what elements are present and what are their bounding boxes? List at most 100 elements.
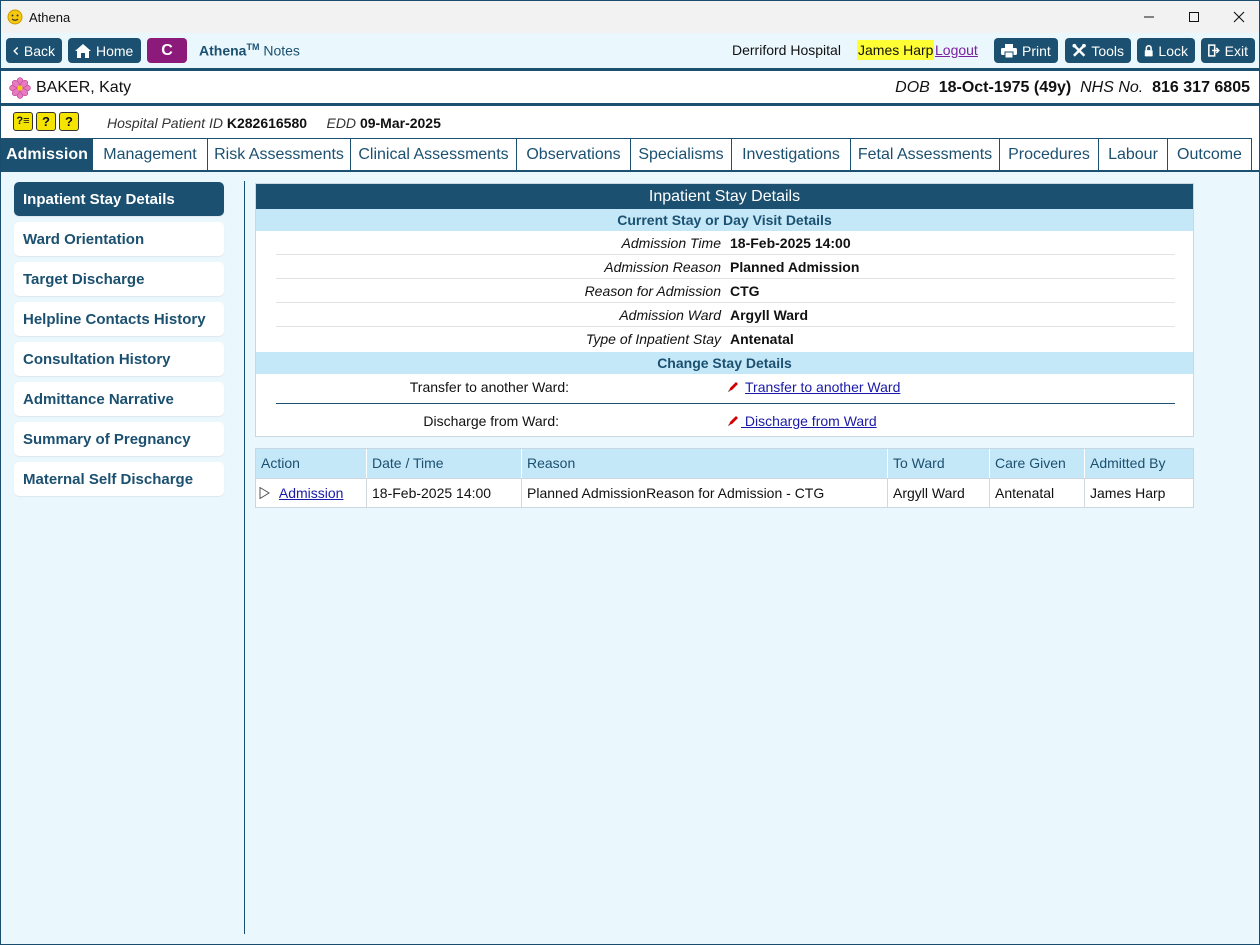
transfer-link[interactable]: Transfer to another Ward: [727, 379, 900, 395]
printer-icon: [1001, 43, 1017, 58]
maximize-button[interactable]: [1171, 1, 1217, 33]
chevron-left-icon: [13, 46, 19, 55]
field-value: Planned Admission: [730, 259, 860, 275]
hpid-value: K282616580: [226, 115, 308, 131]
dob-value: 18-Oct-1975 (49y): [938, 79, 1072, 96]
home-button[interactable]: Home: [68, 38, 141, 63]
column-header-reason[interactable]: Reason: [522, 449, 888, 478]
help-icon[interactable]: ?: [36, 112, 56, 131]
sidebar-item-helpline-contacts-history[interactable]: Helpline Contacts History: [14, 302, 224, 336]
discharge-row: Discharge from Ward: Discharge from Ward: [256, 410, 1193, 434]
brand-name: Athena: [199, 42, 247, 59]
hospital-ids: Hospital Patient ID K282616580 EDD 09-Ma…: [107, 115, 441, 131]
dob-label: DOB: [895, 79, 930, 96]
tools-button[interactable]: Tools: [1065, 38, 1131, 63]
tools-label: Tools: [1091, 42, 1124, 59]
brand-tm: TM: [246, 42, 260, 52]
tab-specialisms[interactable]: Specialisms: [631, 138, 732, 171]
sidebar-item-consultation-history[interactable]: Consultation History: [14, 342, 224, 376]
discharge-link-label: Discharge from Ward: [741, 413, 877, 429]
admission-action-link[interactable]: Admission: [279, 485, 344, 501]
field-value: CTG: [730, 283, 760, 299]
tab-investigations[interactable]: Investigations: [732, 138, 851, 171]
column-header-admitted-by[interactable]: Admitted By: [1085, 449, 1193, 478]
tab-outcome[interactable]: Outcome: [1168, 138, 1252, 171]
field-row-admission-reason: Admission Reason Planned Admission: [276, 255, 1175, 279]
column-header-care-given[interactable]: Care Given: [990, 449, 1085, 478]
change-stay-header: Change Stay Details: [256, 352, 1193, 374]
field-row-admission-ward: Admission Ward Argyll Ward: [276, 303, 1175, 327]
table-row-action-cell: Admission: [256, 478, 367, 507]
brand-suffix: Notes: [259, 42, 300, 59]
minimize-icon: [1144, 16, 1154, 18]
transfer-row: Transfer to another Ward: Transfer to an…: [256, 376, 1193, 400]
sidebar-item-ward-orientation[interactable]: Ward Orientation: [14, 222, 224, 256]
sidebar-item-inpatient-stay-details[interactable]: Inpatient Stay Details: [14, 182, 224, 216]
info-bar: ?≡ ? ? Hospital Patient ID K282616580 ED…: [1, 106, 1259, 138]
change-divider: [276, 403, 1175, 404]
exit-icon: [1208, 44, 1220, 57]
logout-link[interactable]: Logout: [935, 42, 978, 58]
hospital-name: Derriford Hospital: [732, 42, 841, 58]
nhs-label: NHS No.: [1080, 79, 1144, 96]
maximize-icon: [1189, 12, 1199, 22]
title-bar: Athena: [1, 1, 1259, 33]
patient-banner: BAKER, Katy DOB 18-Oct-1975 (49y) NHS No…: [1, 71, 1259, 104]
current-user: James Harp: [857, 40, 935, 60]
patient-name: BAKER, Katy: [36, 79, 132, 96]
column-header-to-ward[interactable]: To Ward: [888, 449, 990, 478]
expand-row-icon[interactable]: [259, 486, 270, 500]
help-alert-icon[interactable]: ?: [59, 112, 79, 131]
tab-admission[interactable]: Admission: [1, 138, 93, 171]
column-header-date-time[interactable]: Date / Time: [367, 449, 522, 478]
brand: AthenaTM Notes: [199, 42, 300, 59]
tab-risk-assessments[interactable]: Risk Assessments: [208, 138, 351, 171]
help-list-icon[interactable]: ?≡: [13, 112, 33, 131]
tab-procedures[interactable]: Procedures: [1000, 138, 1099, 171]
main-tabs: Admission Management Risk Assessments Cl…: [1, 138, 1259, 171]
field-label: Admission Reason: [604, 259, 721, 275]
c-button[interactable]: C: [147, 38, 187, 63]
field-label: Reason for Admission: [584, 283, 721, 299]
patient-identifiers: DOB 18-Oct-1975 (49y) NHS No. 816 317 68…: [895, 79, 1250, 97]
field-row-type-of-stay: Type of Inpatient Stay Antenatal: [276, 327, 1175, 351]
window-title: Athena: [29, 10, 71, 25]
field-label: Admission Ward: [619, 307, 721, 323]
table-cell-admitted-by: James Harp: [1085, 478, 1193, 507]
lock-button[interactable]: Lock: [1137, 38, 1195, 63]
table-cell-to-ward: Argyll Ward: [888, 478, 990, 507]
back-button[interactable]: Back: [6, 38, 62, 63]
sidebar-item-admittance-narrative[interactable]: Admittance Narrative: [14, 382, 224, 416]
transfer-link-label: Transfer to another Ward: [745, 379, 901, 395]
minimize-button[interactable]: [1126, 1, 1172, 33]
tab-management[interactable]: Management: [93, 138, 208, 171]
pencil-icon: [728, 416, 738, 426]
tab-observations[interactable]: Observations: [517, 138, 631, 171]
tab-labour[interactable]: Labour: [1099, 138, 1168, 171]
edd-value: 09-Mar-2025: [359, 115, 441, 131]
field-label: Admission Time: [621, 235, 721, 251]
table-cell-reason: Planned AdmissionReason for Admission - …: [522, 478, 888, 507]
transfer-label: Transfer to another Ward:: [409, 379, 569, 395]
sidebar-item-maternal-self-discharge[interactable]: Maternal Self Discharge: [14, 462, 224, 496]
panel-title: Inpatient Stay Details: [256, 184, 1193, 209]
inpatient-stay-panel: Inpatient Stay Details Current Stay or D…: [255, 183, 1194, 437]
print-button[interactable]: Print: [994, 38, 1058, 63]
c-label: C: [161, 41, 173, 59]
discharge-link[interactable]: Discharge from Ward: [727, 413, 877, 429]
exit-button[interactable]: Exit: [1201, 38, 1255, 63]
table-cell-care-given: Antenatal: [990, 478, 1085, 507]
sidebar-item-target-discharge[interactable]: Target Discharge: [14, 262, 224, 296]
table-cell-datetime: 18-Feb-2025 14:00: [367, 478, 522, 507]
tab-fetal-assessments[interactable]: Fetal Assessments: [851, 138, 1000, 171]
home-label: Home: [96, 42, 134, 59]
pencil-icon: [728, 382, 738, 392]
toolbar: Back Home C Print Tools Lock Exit: [1, 33, 1259, 69]
column-header-action[interactable]: Action: [256, 449, 367, 478]
tab-clinical-assessments[interactable]: Clinical Assessments: [351, 138, 517, 171]
flower-icon: [9, 77, 31, 99]
field-row-admission-time: Admission Time 18-Feb-2025 14:00: [276, 231, 1175, 255]
sidebar-item-summary-of-pregnancy[interactable]: Summary of Pregnancy: [14, 422, 224, 456]
edd-label: EDD: [326, 115, 357, 131]
close-window-button[interactable]: [1216, 1, 1259, 33]
